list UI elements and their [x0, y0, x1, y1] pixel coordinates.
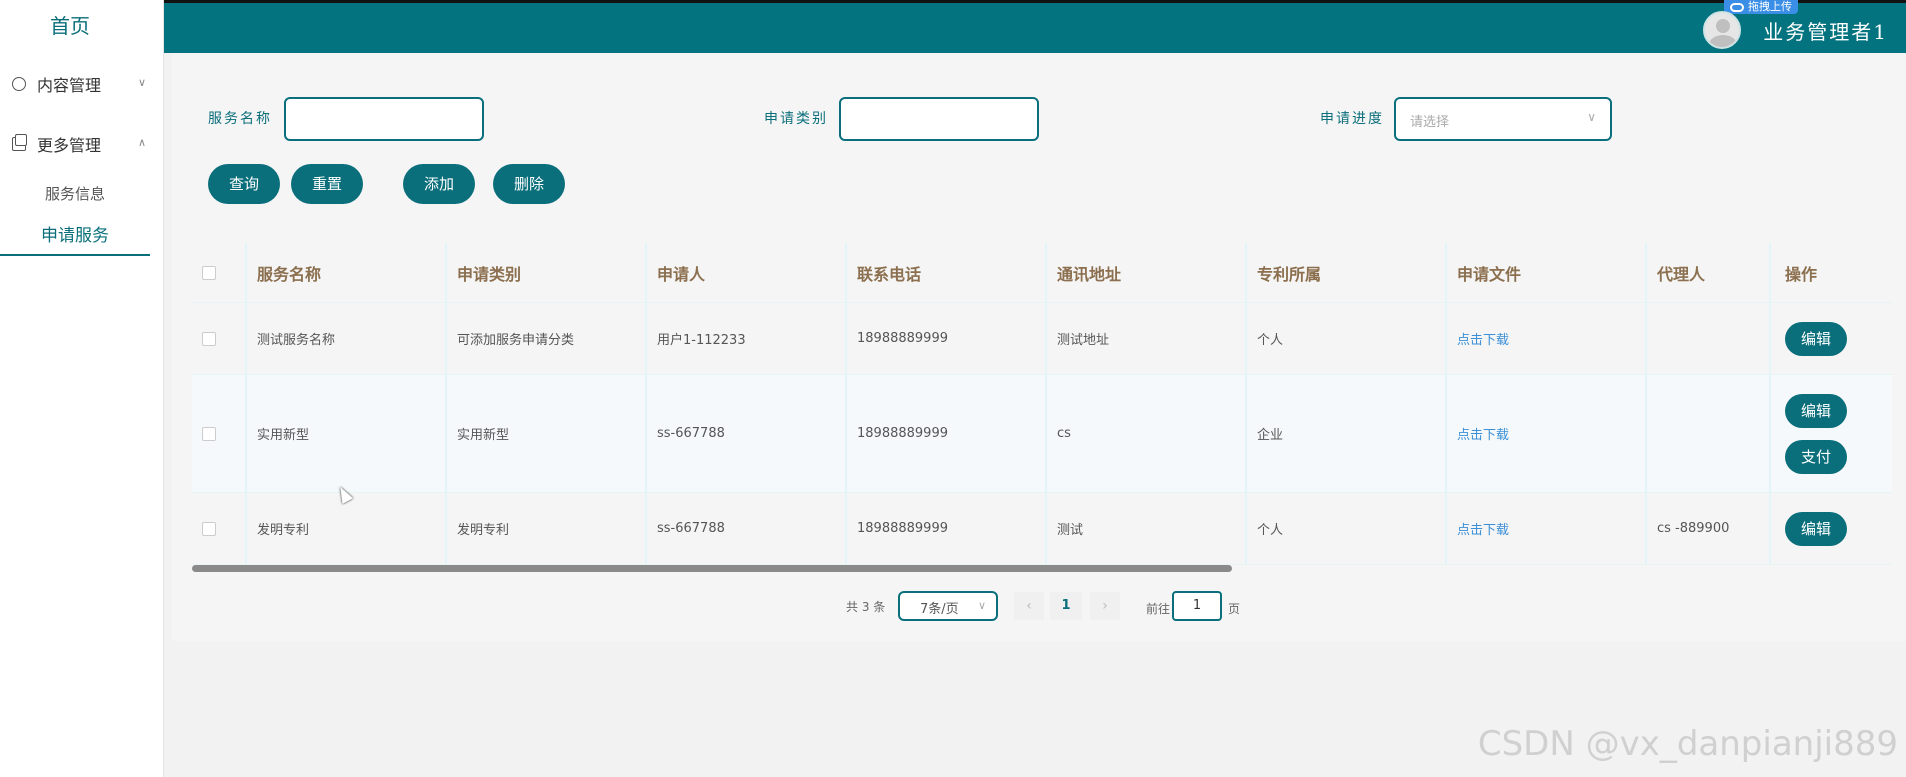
download-link[interactable]: 点击下载 [1457, 424, 1509, 443]
chevron-left-icon: ‹ [1026, 598, 1032, 614]
cell-address: cs [1047, 375, 1247, 492]
goto-prefix: 前往 [1146, 602, 1171, 616]
category-label: 申请类别 [764, 111, 828, 127]
sidebar: 首页 内容管理 ∨ 更多管理 ∧ 服务信息 申请服务 [0, 0, 164, 777]
service-name-label: 服务名称 [208, 111, 272, 127]
chevron-right-icon: › [1102, 598, 1108, 614]
cell-category: 可添加服务申请分类 [447, 303, 647, 374]
cell-phone: 18988889999 [847, 303, 1047, 374]
cell-file: 点击下载 [1447, 375, 1647, 492]
goto-page-input[interactable]: 1 [1172, 591, 1222, 621]
cell-owner: 个人 [1247, 493, 1447, 564]
column-header: 联系电话 [847, 243, 1047, 302]
row-select-cell [192, 493, 247, 564]
chevron-up-icon: ∧ [137, 136, 146, 149]
cell-owner: 个人 [1247, 303, 1447, 374]
chevron-down-icon: ∨ [137, 76, 146, 89]
prev-page-button[interactable]: ‹ [1014, 592, 1044, 620]
column-header: 服务名称 [247, 243, 447, 302]
chat-icon [12, 77, 26, 91]
watermark: CSDN @vx_danpianji889 [1477, 724, 1898, 764]
cell-applicant: ss-667788 [647, 493, 847, 564]
column-header: 申请类别 [447, 243, 647, 302]
cell-service: 测试服务名称 [247, 303, 447, 374]
sidebar-menu-label: 内容管理 [37, 76, 102, 95]
cell-file: 点击下载 [1447, 493, 1647, 564]
column-header: 操作 [1785, 264, 1818, 284]
download-link[interactable]: 点击下载 [1457, 519, 1509, 538]
progress-select-placeholder: 请选择 [1410, 115, 1450, 130]
progress-select[interactable]: 请选择 ∨ [1394, 97, 1612, 141]
chevron-down-icon: ∨ [1587, 110, 1596, 124]
download-link[interactable]: 点击下载 [1457, 329, 1509, 348]
table-header-row: 服务名称 申请类别 申请人 联系电话 通讯地址 专利所属 申请文件 代理人 操作 [192, 243, 1892, 303]
select-all-cell [192, 243, 247, 302]
table-row: 发明专利 发明专利 ss-667788 18988889999 测试 个人 点击… [192, 493, 1892, 565]
sidebar-item-service-info[interactable]: 服务信息 [0, 183, 150, 204]
cell-agent: cs -889900 [1647, 493, 1771, 564]
cell-applicant: ss-667788 [647, 375, 847, 492]
sidebar-home-link[interactable]: 首页 [0, 10, 140, 39]
cell-agent [1647, 375, 1771, 492]
row-select-cell [192, 375, 247, 492]
column-header: 通讯地址 [1047, 243, 1247, 302]
row-checkbox[interactable] [202, 331, 216, 346]
cell-owner: 企业 [1247, 375, 1447, 492]
next-page-button[interactable]: › [1090, 592, 1120, 620]
cell-applicant: 用户1-112233 [647, 303, 847, 374]
user-menu[interactable]: 业务管理者1 [1703, 11, 1888, 49]
avatar[interactable] [1703, 11, 1742, 49]
page-number-current[interactable]: 1 [1050, 592, 1082, 620]
table-row: 测试服务名称 可添加服务申请分类 用户1-112233 18988889999 … [192, 303, 1892, 375]
service-name-input[interactable] [284, 97, 484, 141]
edit-button[interactable]: 编辑 [1785, 321, 1847, 356]
cell-agent [1647, 303, 1771, 374]
cell-phone: 18988889999 [847, 375, 1047, 492]
delete-button[interactable]: 删除 [493, 164, 565, 204]
column-header: 申请文件 [1447, 243, 1647, 302]
sidebar-item-apply-service[interactable]: 申请服务 [0, 221, 150, 256]
cell-ops: 编辑 支付 [1771, 375, 1897, 492]
cell-category: 实用新型 [447, 375, 647, 492]
chevron-down-icon: ∨ [977, 599, 986, 612]
cell-category: 发明专利 [447, 493, 647, 564]
row-checkbox[interactable] [202, 521, 216, 536]
page-size-select[interactable]: 7条/页 ∨ [898, 591, 998, 621]
edit-button[interactable]: 编辑 [1785, 511, 1847, 546]
cell-service: 实用新型 [247, 375, 447, 492]
row-checkbox[interactable] [202, 426, 216, 441]
select-all-checkbox[interactable] [202, 265, 216, 280]
column-header: 申请人 [647, 243, 847, 302]
row-select-cell [192, 303, 247, 374]
cell-phone: 18988889999 [847, 493, 1047, 564]
top-bar: 拖拽上传 业务管理者1 [0, 0, 1906, 53]
progress-label: 申请进度 [1320, 111, 1384, 127]
column-header: 代理人 [1647, 243, 1771, 302]
cell-address: 测试 [1047, 493, 1247, 564]
cell-ops: 编辑 [1771, 303, 1897, 374]
pagination-total: 共 3 条 [846, 600, 886, 614]
cell-address: 测试地址 [1047, 303, 1247, 374]
column-header: 专利所属 [1247, 243, 1447, 302]
pay-button[interactable]: 支付 [1785, 439, 1847, 474]
cell-ops: 编辑 [1771, 493, 1897, 564]
edit-button[interactable]: 编辑 [1785, 393, 1847, 428]
sidebar-menu-label: 更多管理 [37, 136, 102, 155]
horizontal-scrollbar[interactable] [192, 565, 1232, 572]
user-name[interactable]: 业务管理者1 [1763, 16, 1888, 45]
cell-service: 发明专利 [247, 493, 447, 564]
reset-button[interactable]: 重置 [291, 164, 363, 204]
query-button[interactable]: 查询 [208, 164, 280, 204]
page-size-value: 7条/页 [920, 602, 959, 617]
table-row: 实用新型 实用新型 ss-667788 18988889999 cs 企业 点击… [192, 375, 1892, 493]
sidebar-menu-content[interactable]: 内容管理 ∨ [12, 72, 152, 96]
category-input[interactable] [839, 97, 1039, 141]
sidebar-menu-more[interactable]: 更多管理 ∧ [12, 132, 152, 156]
copy-icon [12, 134, 27, 151]
cell-file: 点击下载 [1447, 303, 1647, 374]
add-button[interactable]: 添加 [403, 164, 475, 204]
goto-suffix: 页 [1228, 602, 1241, 616]
